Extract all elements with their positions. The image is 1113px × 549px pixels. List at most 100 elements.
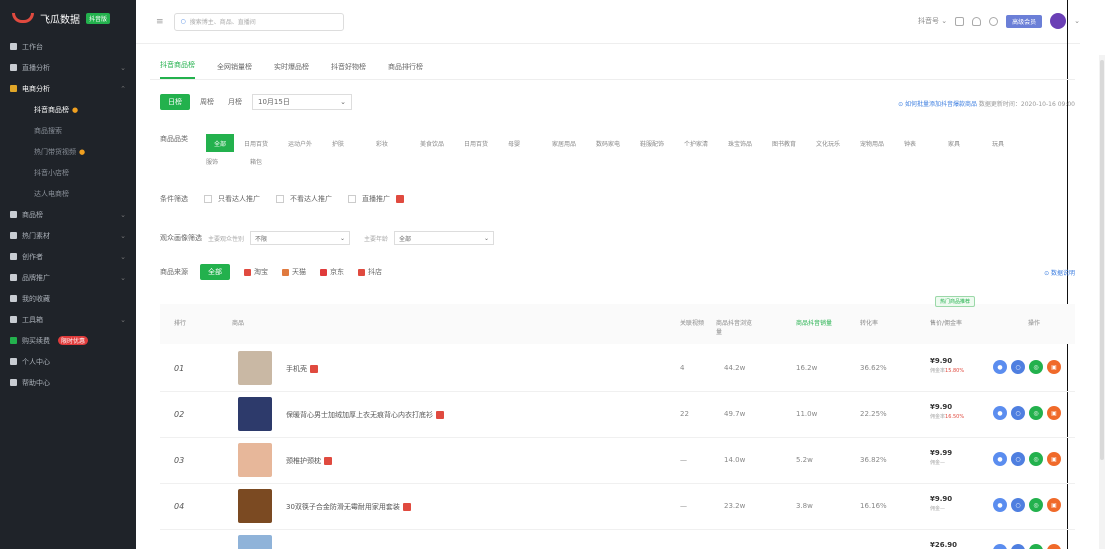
category-item[interactable]: 全部 bbox=[206, 134, 234, 152]
screen-icon[interactable] bbox=[955, 16, 965, 26]
product-thumbnail[interactable] bbox=[238, 443, 272, 477]
day-rank-button[interactable]: 日榜 bbox=[160, 94, 190, 110]
preview-icon[interactable]: ◎ bbox=[1029, 406, 1043, 420]
chevron-down-icon[interactable]: ⌄ bbox=[1074, 17, 1080, 25]
data-explain[interactable]: ⊙ 数据说明 bbox=[1044, 268, 1075, 277]
product-name[interactable]: 手机壳 bbox=[286, 364, 318, 374]
category-item[interactable]: 彩妆 bbox=[376, 134, 420, 152]
category-item[interactable]: 服饰 bbox=[206, 152, 250, 170]
source-doudian[interactable]: 抖店 bbox=[358, 267, 382, 277]
table-row[interactable]: 03 颈椎护颈枕 — 14.0w 5.2w 36.82% ¥9.99 佣金— ●… bbox=[160, 438, 1075, 484]
sidebar-item-material[interactable]: 热门素材 ⌄ bbox=[0, 225, 136, 246]
product-name[interactable]: 30双筷子合金防滑无霉耐用家用套装 bbox=[286, 502, 411, 512]
category-item[interactable]: 个护家清 bbox=[684, 134, 728, 152]
sidebar-item-help[interactable]: 帮助中心 bbox=[0, 372, 136, 393]
preview-icon[interactable]: ◎ bbox=[1029, 498, 1043, 512]
preview-icon[interactable]: ◎ bbox=[1029, 452, 1043, 466]
category-item[interactable]: 美食饮品 bbox=[420, 134, 464, 152]
category-item[interactable]: 玩具 bbox=[992, 134, 1036, 152]
category-item[interactable]: 家具 bbox=[948, 134, 992, 152]
cart-icon[interactable]: ▣ bbox=[1047, 544, 1061, 549]
sidebar-item-creator[interactable]: 创作者 ⌄ bbox=[0, 246, 136, 267]
sidebar-item-tools[interactable]: 工具箱 ⌄ bbox=[0, 309, 136, 330]
sidebar-item-workbench[interactable]: 工作台 bbox=[0, 36, 136, 57]
detail-icon[interactable]: ● bbox=[993, 452, 1007, 466]
category-item[interactable]: 箱包 bbox=[250, 152, 294, 170]
detail-icon[interactable]: ● bbox=[993, 498, 1007, 512]
source-tmall[interactable]: 天猫 bbox=[282, 267, 306, 277]
sidebar-subitem-hot-videos[interactable]: 热门带货视频 ● bbox=[0, 141, 136, 162]
category-item[interactable]: 日用百货 bbox=[464, 134, 508, 152]
account-dropdown[interactable]: 抖音号 ⌄ bbox=[918, 16, 947, 26]
search-icon[interactable]: ○ bbox=[1011, 406, 1025, 420]
detail-icon[interactable]: ● bbox=[993, 360, 1007, 374]
category-item[interactable]: 数码家电 bbox=[596, 134, 640, 152]
menu-icon[interactable]: ≡ bbox=[156, 17, 164, 27]
preview-icon[interactable]: ◎ bbox=[1029, 360, 1043, 374]
avatar[interactable] bbox=[1050, 13, 1067, 29]
tab-good-items[interactable]: 抖音好物榜 bbox=[331, 62, 366, 79]
bell-icon[interactable] bbox=[972, 16, 982, 26]
search-icon[interactable]: ○ bbox=[1011, 452, 1025, 466]
sidebar-item-brand[interactable]: 品牌推广 ⌄ bbox=[0, 267, 136, 288]
product-name[interactable]: 颈椎护颈枕 bbox=[286, 456, 332, 466]
sidebar-item-favorites[interactable]: 我的收藏 bbox=[0, 288, 136, 309]
cart-icon[interactable]: ▣ bbox=[1047, 360, 1061, 374]
product-thumbnail[interactable] bbox=[238, 397, 272, 431]
source-jd[interactable]: 京东 bbox=[320, 267, 344, 277]
search-input[interactable]: ○ 搜索博主、商品、直播间 bbox=[173, 12, 344, 31]
source-taobao[interactable]: 淘宝 bbox=[244, 267, 268, 277]
detail-icon[interactable]: ● bbox=[993, 544, 1007, 549]
member-badge[interactable]: 高级会员 bbox=[1006, 14, 1043, 28]
cart-icon[interactable]: ▣ bbox=[1047, 498, 1061, 512]
tab-realtime[interactable]: 实时爆品榜 bbox=[274, 62, 309, 79]
product-thumbnail[interactable] bbox=[238, 535, 272, 549]
category-item[interactable]: 护肤 bbox=[332, 134, 376, 152]
help-link[interactable]: ⊙ 如何批量添加抖音爆款商品 bbox=[898, 101, 977, 108]
month-rank-button[interactable]: 月榜 bbox=[224, 94, 246, 110]
tab-all-sales[interactable]: 全网销量榜 bbox=[217, 62, 252, 79]
age-select[interactable]: 全部 ⌄ bbox=[394, 231, 495, 245]
product-name[interactable]: 保暖背心男士加绒加厚上衣无痕背心内衣打底衫 bbox=[286, 410, 444, 420]
table-row[interactable]: 02 保暖背心男士加绒加厚上衣无痕背心内衣打底衫 22 49.7w 11.0w … bbox=[160, 392, 1075, 438]
sidebar-subitem-shop-rank[interactable]: 抖音小店榜 bbox=[0, 162, 136, 183]
sidebar-subitem-goods-search[interactable]: 商品搜索 bbox=[0, 120, 136, 141]
tab-goods-ranking[interactable]: 商品排行榜 bbox=[388, 62, 423, 79]
sidebar-subitem-talent-rank[interactable]: 达人电商榜 bbox=[0, 183, 136, 204]
sidebar-item-live[interactable]: 直播分析 ⌄ bbox=[0, 57, 136, 78]
source-all-button[interactable]: 全部 bbox=[200, 264, 230, 280]
sidebar-item-purchase[interactable]: 购买续费 限时优惠 bbox=[0, 330, 136, 351]
sidebar-item-goods[interactable]: 商品榜 ⌄ bbox=[0, 204, 136, 225]
search-icon[interactable]: ○ bbox=[1011, 498, 1025, 512]
gender-select[interactable]: 不限 ⌄ bbox=[250, 231, 351, 245]
product-thumbnail[interactable] bbox=[238, 351, 272, 385]
date-select[interactable]: 10月15日 ⌄ bbox=[252, 94, 352, 110]
preview-icon[interactable]: ◎ bbox=[1029, 544, 1043, 549]
category-item[interactable]: 钟表 bbox=[904, 134, 948, 152]
table-row[interactable]: 01 手机壳 4 44.2w 16.2w 36.62% ¥9.90 佣金率15.… bbox=[160, 346, 1075, 392]
category-item[interactable]: 文化玩乐 bbox=[816, 134, 860, 152]
logo[interactable]: 飞瓜数据 抖音版 bbox=[0, 0, 136, 36]
category-item[interactable]: 运动户外 bbox=[288, 134, 332, 152]
cart-icon[interactable]: ▣ bbox=[1047, 406, 1061, 420]
sidebar-item-profile[interactable]: 个人中心 bbox=[0, 351, 136, 372]
search-icon[interactable]: ○ bbox=[1011, 544, 1025, 549]
sidebar-item-ecommerce[interactable]: 电商分析 ⌃ bbox=[0, 78, 136, 99]
category-item[interactable]: 母婴 bbox=[508, 134, 552, 152]
category-item[interactable]: 宠物用品 bbox=[860, 134, 904, 152]
sidebar-subitem-douyin-goods[interactable]: 抖音商品榜 ● bbox=[0, 99, 136, 120]
detail-icon[interactable]: ● bbox=[993, 406, 1007, 420]
category-item[interactable]: 图书教育 bbox=[772, 134, 816, 152]
category-item[interactable]: 家居用品 bbox=[552, 134, 596, 152]
live-promo-checkbox[interactable] bbox=[348, 195, 356, 203]
table-row[interactable]: 04 30双筷子合金防滑无霉耐用家用套装 — 23.2w 3.8w 16.16%… bbox=[160, 484, 1075, 530]
category-item[interactable]: 鞋服配饰 bbox=[640, 134, 684, 152]
tab-douyin-goods[interactable]: 抖音商品榜 bbox=[160, 60, 195, 79]
scrollbar-thumb[interactable] bbox=[1100, 60, 1104, 460]
cart-icon[interactable]: ▣ bbox=[1047, 452, 1061, 466]
talent-only-checkbox[interactable] bbox=[204, 195, 212, 203]
table-row[interactable]: 05 ¥26.90 ● ○ ◎ ▣ bbox=[160, 530, 1075, 549]
search-icon[interactable]: ○ bbox=[1011, 360, 1025, 374]
category-item[interactable]: 日用百货 bbox=[244, 134, 288, 152]
category-item[interactable]: 珠宝饰品 bbox=[728, 134, 772, 152]
